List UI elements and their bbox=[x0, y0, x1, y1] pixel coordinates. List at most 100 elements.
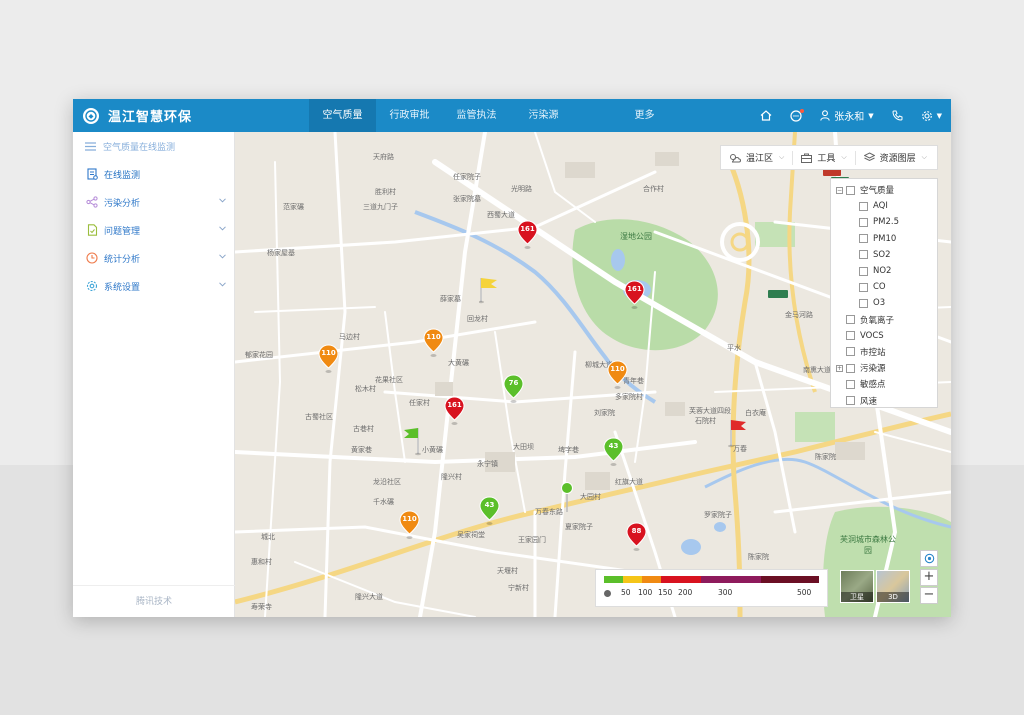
clock-icon bbox=[86, 252, 98, 264]
layer-checkbox[interactable] bbox=[859, 266, 868, 276]
layer-checkbox[interactable] bbox=[859, 250, 868, 260]
aqi-marker[interactable]: 161 bbox=[517, 220, 538, 250]
layer-item-no2[interactable]: NO2 bbox=[831, 263, 937, 279]
layer-label: 污染源 bbox=[860, 364, 886, 375]
legend-tick: 50 bbox=[621, 588, 631, 597]
aqi-marker[interactable]: 161 bbox=[444, 396, 465, 426]
settings-menu[interactable]: ▼ bbox=[921, 110, 942, 122]
aqi-marker[interactable]: 43 bbox=[479, 496, 500, 526]
app-title: 温江智慧环保 bbox=[108, 110, 193, 125]
aqi-marker[interactable]: 76 bbox=[503, 374, 524, 404]
layer-label: PM10 bbox=[873, 233, 897, 244]
green-flag-icon[interactable] bbox=[404, 426, 424, 456]
map-label: 平水 bbox=[727, 344, 741, 352]
collapse-icon[interactable]: − bbox=[836, 186, 843, 194]
red-flag-icon[interactable] bbox=[728, 418, 748, 448]
layer-item-so2[interactable]: SO2 bbox=[831, 247, 937, 263]
district-selector[interactable]: 温江区 ⌵ bbox=[721, 145, 792, 170]
map-label: 白衣庵 bbox=[745, 409, 766, 417]
layer-checkbox[interactable] bbox=[859, 201, 868, 211]
message-button[interactable] bbox=[790, 108, 805, 122]
phone-button[interactable] bbox=[892, 110, 903, 121]
layers-menu[interactable]: 资源图层 ⌵ bbox=[856, 145, 935, 170]
main-nav: 空气质量 行政审批 监管执法 污染源 更多 bbox=[309, 99, 678, 132]
nav-pollution-source[interactable]: 污染源 bbox=[510, 99, 577, 132]
layer-item-pm10[interactable]: PM10 bbox=[831, 231, 937, 247]
aqi-value: 110 bbox=[426, 333, 441, 341]
aqi-value: 161 bbox=[520, 225, 535, 233]
3d-view-button[interactable]: 3D bbox=[876, 570, 910, 603]
layer-item-pm25[interactable]: PM2.5 bbox=[831, 214, 937, 230]
chevron-down-icon bbox=[219, 254, 226, 259]
layer-item-co[interactable]: CO bbox=[831, 279, 937, 295]
expand-icon[interactable]: + bbox=[836, 364, 843, 372]
layer-checkbox[interactable] bbox=[859, 234, 868, 244]
layer-checkbox[interactable] bbox=[859, 298, 868, 308]
sidebar-item-online-monitoring[interactable]: 在线监测 bbox=[73, 160, 234, 188]
layer-item-aqi[interactable]: AQI bbox=[831, 198, 937, 214]
layer-item-vocs[interactable]: VOCS bbox=[831, 328, 937, 344]
brand[interactable]: 温江智慧环保 bbox=[73, 106, 309, 125]
layer-checkbox[interactable] bbox=[846, 396, 855, 406]
map-view[interactable]: 天府路 光明路 西蜀大道 胜利村 三道九门子 任家院子 张家院墓 湿地公园 合作… bbox=[235, 132, 951, 617]
layer-item-negative-ions[interactable]: 负氧离子 bbox=[831, 312, 937, 328]
locate-button[interactable] bbox=[920, 550, 938, 567]
map-label: 胜利村 bbox=[375, 188, 396, 196]
legend-tick: 500 bbox=[797, 588, 812, 597]
aqi-marker[interactable]: 110 bbox=[423, 328, 444, 358]
layer-checkbox[interactable] bbox=[846, 363, 855, 373]
aqi-marker[interactable]: 88 bbox=[626, 522, 647, 552]
layer-checkbox[interactable] bbox=[846, 331, 855, 341]
legend-reset-icon[interactable] bbox=[604, 590, 611, 597]
map-label: 小黄碾 bbox=[422, 446, 443, 454]
aqi-marker[interactable]: 161 bbox=[624, 280, 645, 310]
legend-tick: 300 bbox=[718, 588, 733, 597]
layer-group-air-quality[interactable]: − 空气质量 bbox=[831, 182, 937, 198]
nav-air-quality[interactable]: 空气质量 bbox=[309, 99, 376, 132]
home-button[interactable] bbox=[760, 110, 772, 121]
sidebar-item-statistics[interactable]: 统计分析 bbox=[73, 244, 234, 272]
sidebar-item-pollution-analysis[interactable]: 污染分析 bbox=[73, 188, 234, 216]
phone-icon bbox=[892, 110, 903, 121]
map-label: 任家村 bbox=[409, 399, 430, 407]
gear-icon bbox=[86, 280, 98, 292]
aqi-marker[interactable]: 43 bbox=[603, 437, 624, 467]
layer-item-wind-speed[interactable]: 风速 bbox=[831, 392, 937, 408]
user-menu[interactable]: 张永和 ▼ bbox=[820, 108, 874, 123]
layer-item-sensitive-points[interactable]: 敏感点 bbox=[831, 376, 937, 392]
layer-checkbox[interactable] bbox=[846, 347, 855, 357]
sidebar-item-issue-management[interactable]: 问题管理 bbox=[73, 216, 234, 244]
zoom-out-button[interactable]: − bbox=[920, 587, 938, 604]
layer-checkbox[interactable] bbox=[846, 379, 855, 389]
layer-checkbox[interactable] bbox=[846, 315, 855, 325]
nav-supervision[interactable]: 监管执法 bbox=[443, 99, 510, 132]
green-pin-icon[interactable] bbox=[561, 482, 573, 514]
map-label: 多家院村 bbox=[615, 393, 643, 401]
tools-menu[interactable]: 工具 ⌵ bbox=[793, 145, 854, 170]
layer-group-pollution-source[interactable]: + 污染源 bbox=[831, 360, 937, 376]
map-label: 千水碾 bbox=[373, 498, 394, 506]
aqi-marker[interactable]: 110 bbox=[607, 360, 628, 390]
satellite-view-button[interactable]: 卫星 bbox=[840, 570, 874, 603]
layer-checkbox[interactable] bbox=[859, 282, 868, 292]
nav-administrative-approval[interactable]: 行政审批 bbox=[376, 99, 443, 132]
menu-icon[interactable] bbox=[85, 141, 96, 151]
nav-more[interactable]: 更多 bbox=[611, 99, 678, 132]
map-label: 松木村 bbox=[355, 385, 376, 393]
chat-icon bbox=[790, 109, 802, 122]
yellow-flag-icon[interactable] bbox=[479, 276, 499, 304]
layer-label: CO bbox=[873, 282, 886, 293]
legend-swatch bbox=[661, 576, 701, 583]
map-label: 石院村 bbox=[695, 417, 716, 425]
layer-checkbox[interactable] bbox=[846, 185, 855, 195]
locate-icon bbox=[924, 553, 934, 564]
layer-checkbox[interactable] bbox=[859, 217, 868, 227]
aqi-marker[interactable]: 110 bbox=[318, 344, 339, 374]
zoom-in-button[interactable]: + bbox=[920, 569, 938, 586]
caret-down-icon: ▼ bbox=[936, 111, 942, 120]
layer-item-o3[interactable]: O3 bbox=[831, 295, 937, 311]
sidebar-item-system-settings[interactable]: 系统设置 bbox=[73, 272, 234, 300]
map-label: 龙沿社区 bbox=[373, 478, 401, 486]
layer-item-city-station[interactable]: 市控站 bbox=[831, 344, 937, 360]
aqi-marker[interactable]: 110 bbox=[399, 510, 420, 540]
